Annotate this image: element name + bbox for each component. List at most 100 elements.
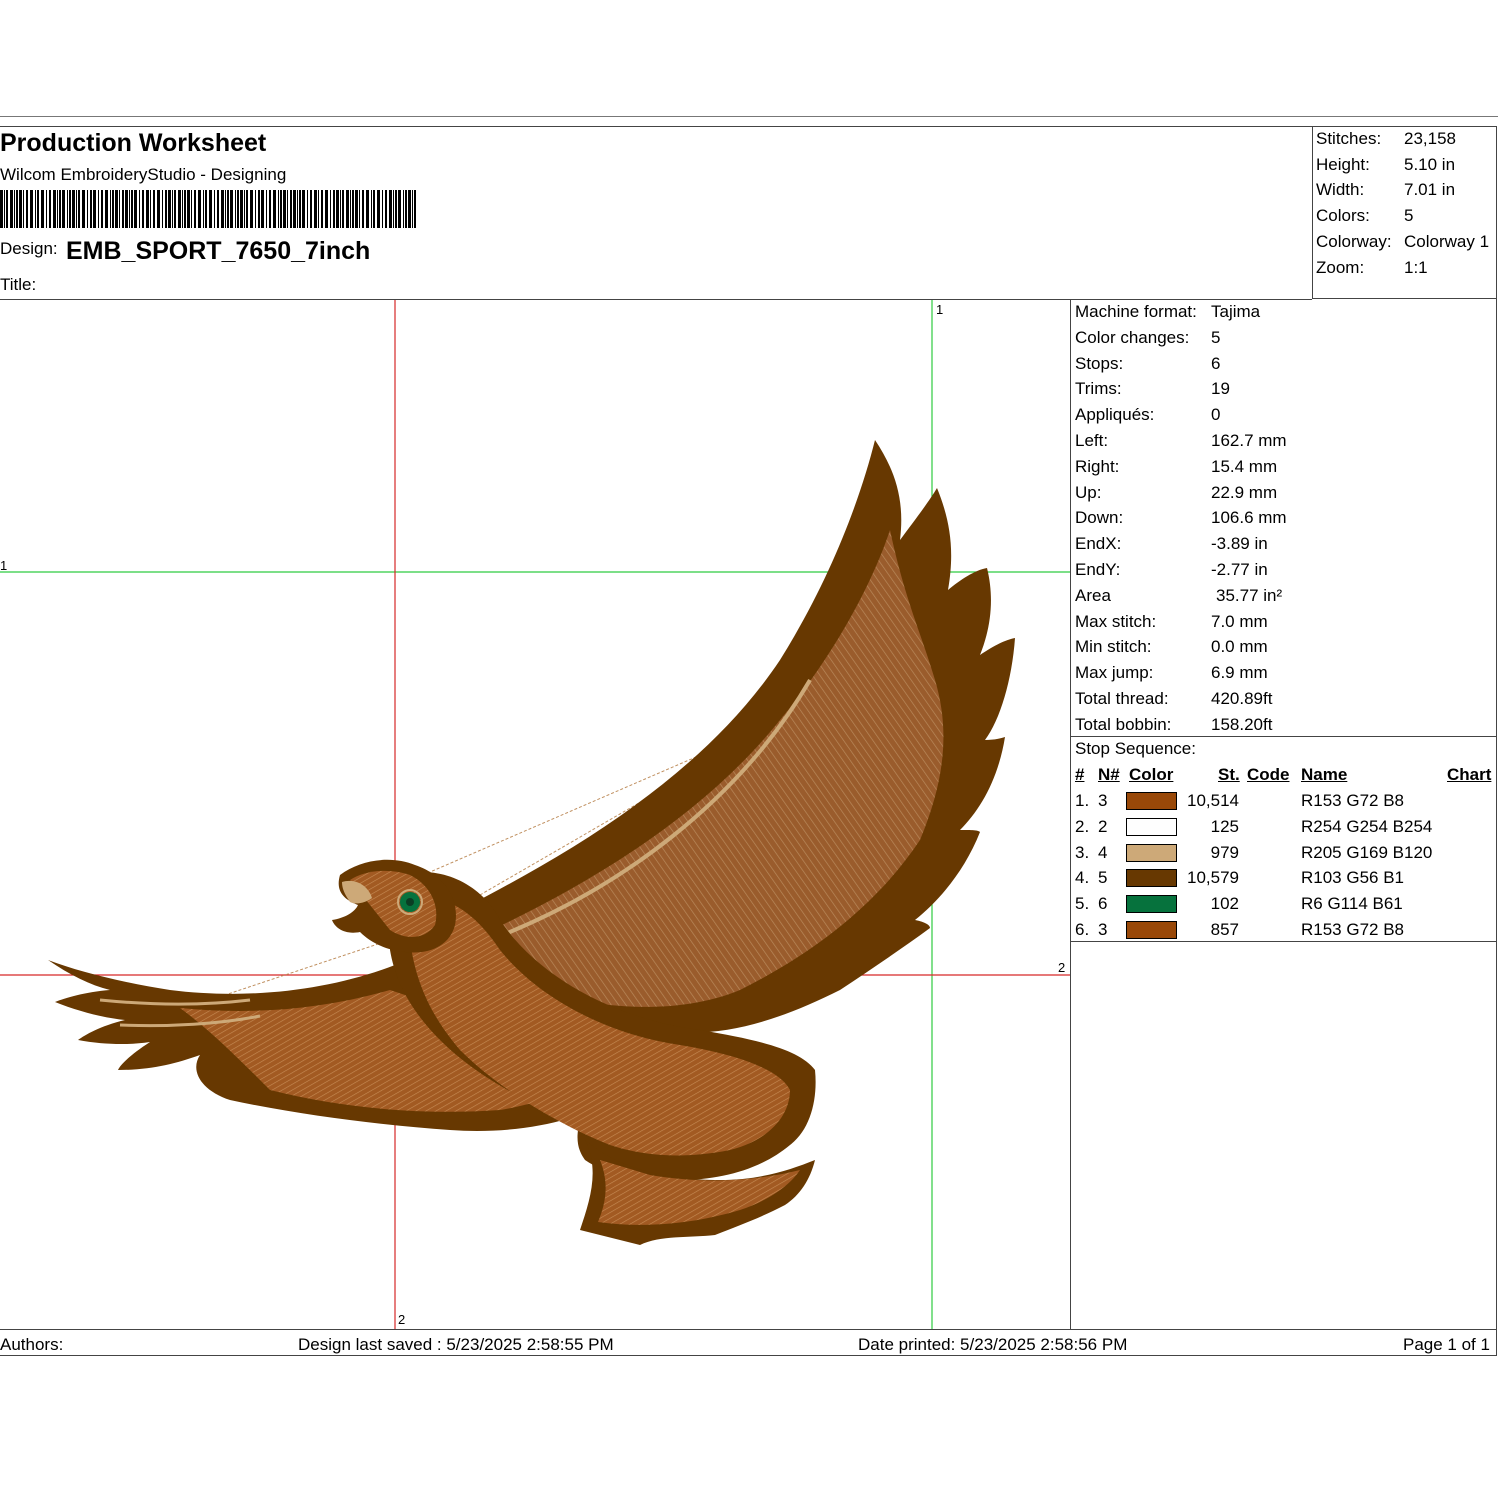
machine-info-value: 162.7 mm [1211, 431, 1287, 450]
page-number: Page 1 of 1 [1403, 1335, 1490, 1354]
machine-info-value: 35.77 in² [1216, 585, 1283, 605]
summary-value: 5 [1404, 206, 1414, 225]
thread-name: R103 G56 B1 [1301, 868, 1405, 888]
design-label: Design: [0, 239, 58, 258]
barcode [0, 190, 416, 228]
worksheet-footer: Authors: Design last saved : 5/23/2025 2… [0, 1329, 1497, 1358]
stop-sequence-title: Stop Sequence: [1075, 739, 1196, 758]
summary-label: Colorway: [1316, 232, 1392, 251]
machine-info-value: 0.0 mm [1211, 637, 1268, 657]
machine-info-value: -2.77 in [1211, 560, 1268, 579]
needle-number: 4 [1098, 842, 1108, 862]
machine-info-label: Left: [1075, 431, 1109, 450]
last-saved: Design last saved : 5/23/2025 2:58:55 PM [298, 1335, 614, 1354]
row-number: 5. [1075, 894, 1090, 914]
summary-label: Zoom: [1316, 258, 1365, 277]
col-code-header: Code [1247, 765, 1290, 784]
needle-number: 3 [1098, 791, 1108, 810]
machine-info-value: 19 [1211, 379, 1230, 399]
machine-info-value: 0 [1211, 405, 1221, 425]
machine-info-panel: Machine format: Tajima Color changes: 5 Stop… [1071, 300, 1497, 1329]
col-num-header: # [1075, 765, 1085, 784]
machine-info-value: -3.89 in [1211, 534, 1268, 554]
guide-label: 1 [0, 558, 8, 573]
machine-info-value: 6 [1211, 353, 1221, 373]
guide-label: 2 [398, 1312, 406, 1327]
design-summary: Stitches: 23,158 Height: 5.10 in Width: … [1312, 127, 1497, 299]
machine-info-label: Right: [1075, 456, 1120, 476]
machine-info-label: Machine format: [1075, 302, 1197, 321]
stitch-count: 857 [1210, 920, 1239, 939]
machine-info-label: Total thread: [1075, 689, 1169, 708]
col-needle-header: N# [1098, 765, 1120, 784]
needle-number: 6 [1098, 894, 1108, 914]
worksheet-header: Production Worksheet Wilcom EmbroiderySt… [0, 127, 1312, 300]
row-number: 3. [1075, 842, 1090, 862]
machine-info-label: EndX: [1075, 534, 1122, 554]
row-number: 6. [1075, 920, 1090, 939]
stitch-count: 979 [1210, 842, 1239, 862]
machine-info-value: 158.20ft [1211, 714, 1273, 734]
machine-info-label: Max stitch: [1075, 611, 1157, 631]
needle-number: 3 [1098, 920, 1108, 939]
divider [1071, 736, 1497, 737]
title-label: Title: [0, 275, 37, 294]
eagle-embroidery-image [0, 300, 1070, 1329]
summary-value: 7.01 in [1404, 180, 1456, 199]
thread-name: R153 G72 B8 [1301, 791, 1405, 810]
needle-number: 2 [1098, 816, 1108, 836]
production-worksheet: Production Worksheet Wilcom EmbroiderySt… [0, 116, 1498, 1357]
color-swatch [1126, 817, 1177, 836]
summary-label: Width: [1316, 180, 1365, 199]
machine-info-value: 6.9 mm [1211, 663, 1268, 683]
worksheet-frame: Production Worksheet Wilcom EmbroiderySt… [0, 126, 1497, 1356]
authors-label: Authors: [0, 1335, 64, 1354]
summary-value: 23,158 [1404, 129, 1456, 148]
needle-number: 5 [1098, 868, 1108, 888]
machine-info-label: Color changes: [1075, 327, 1190, 347]
machine-info-label: Total bobbin: [1075, 714, 1172, 734]
machine-info-label: Stops: [1075, 353, 1124, 373]
color-swatch [1126, 869, 1177, 888]
row-number: 2. [1075, 816, 1090, 836]
machine-info-value: Tajima [1211, 302, 1261, 321]
color-swatch [1126, 921, 1177, 939]
thread-name: R6 G114 B61 [1301, 894, 1403, 914]
worksheet-title: Production Worksheet [0, 129, 267, 157]
summary-label: Height: [1316, 155, 1370, 174]
col-name-header: Name [1301, 765, 1348, 784]
machine-info-value: 5 [1211, 327, 1221, 347]
row-number: 4. [1075, 868, 1090, 888]
stitch-count: 10,579 [1187, 868, 1239, 888]
machine-info-label: Up: [1075, 482, 1102, 502]
guide-label: 2 [1058, 960, 1066, 975]
machine-info-value: 106.6 mm [1211, 508, 1287, 528]
thread-name: R254 G254 B254 [1301, 816, 1433, 836]
stitch-count: 10,514 [1187, 791, 1239, 810]
summary-value: Colorway 1 [1404, 232, 1490, 251]
summary-value: 1:1 [1404, 258, 1428, 277]
machine-info-label: EndY: [1075, 560, 1121, 579]
date-printed: Date printed: 5/23/2025 2:58:56 PM [858, 1335, 1128, 1354]
machine-info-value: 15.4 mm [1211, 456, 1278, 476]
design-name: EMB_SPORT_7650_7inch [66, 237, 371, 265]
color-swatch [1126, 843, 1177, 862]
machine-info-value: 22.9 mm [1211, 482, 1278, 502]
machine-info-label: Trims: [1075, 379, 1122, 399]
col-color-header: Color [1129, 765, 1174, 784]
summary-label: Colors: [1316, 206, 1370, 225]
machine-info-label: Down: [1075, 508, 1124, 528]
design-preview: 1 1 2 2 [0, 300, 1071, 1329]
guide-label: 1 [936, 302, 944, 317]
stitch-count: 102 [1210, 894, 1239, 914]
software-name: Wilcom EmbroideryStudio - Designing [0, 165, 287, 184]
col-chart-header: Chart [1447, 765, 1492, 784]
summary-label: Stitches: [1316, 129, 1382, 148]
machine-info-value: 420.89ft [1211, 689, 1273, 708]
summary-value: 5.10 in [1404, 155, 1456, 174]
color-swatch [1126, 792, 1177, 810]
machine-info-label: Max jump: [1075, 663, 1154, 683]
thread-name: R205 G169 B120 [1301, 842, 1433, 862]
machine-info-value: 7.0 mm [1211, 611, 1268, 631]
machine-info-label: Appliqués: [1075, 405, 1155, 425]
